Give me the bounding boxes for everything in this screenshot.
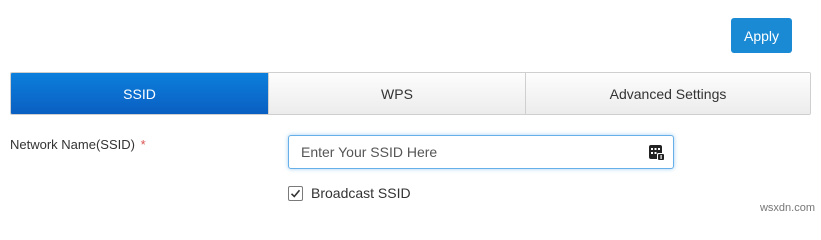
password-manager-icon[interactable] bbox=[648, 144, 666, 162]
network-name-label: Network Name(SSID) * bbox=[10, 137, 146, 152]
ssid-input-container bbox=[288, 135, 674, 169]
watermark: wsxdn.com bbox=[759, 202, 815, 214]
tab-wps[interactable]: WPS bbox=[268, 73, 525, 114]
broadcast-ssid-label: Broadcast SSID bbox=[311, 185, 411, 201]
settings-tabs: SSID WPS Advanced Settings bbox=[10, 72, 811, 115]
tab-ssid[interactable]: SSID bbox=[11, 73, 268, 114]
tab-advanced-settings[interactable]: Advanced Settings bbox=[525, 73, 810, 114]
network-name-label-text: Network Name(SSID) bbox=[10, 137, 135, 152]
broadcast-ssid-checkbox[interactable] bbox=[288, 185, 303, 201]
ssid-input[interactable] bbox=[289, 136, 673, 168]
required-asterisk: * bbox=[140, 137, 146, 152]
broadcast-ssid-row[interactable]: Broadcast SSID bbox=[288, 185, 411, 201]
checkmark-icon bbox=[290, 189, 301, 198]
apply-button[interactable]: Apply bbox=[731, 18, 792, 53]
